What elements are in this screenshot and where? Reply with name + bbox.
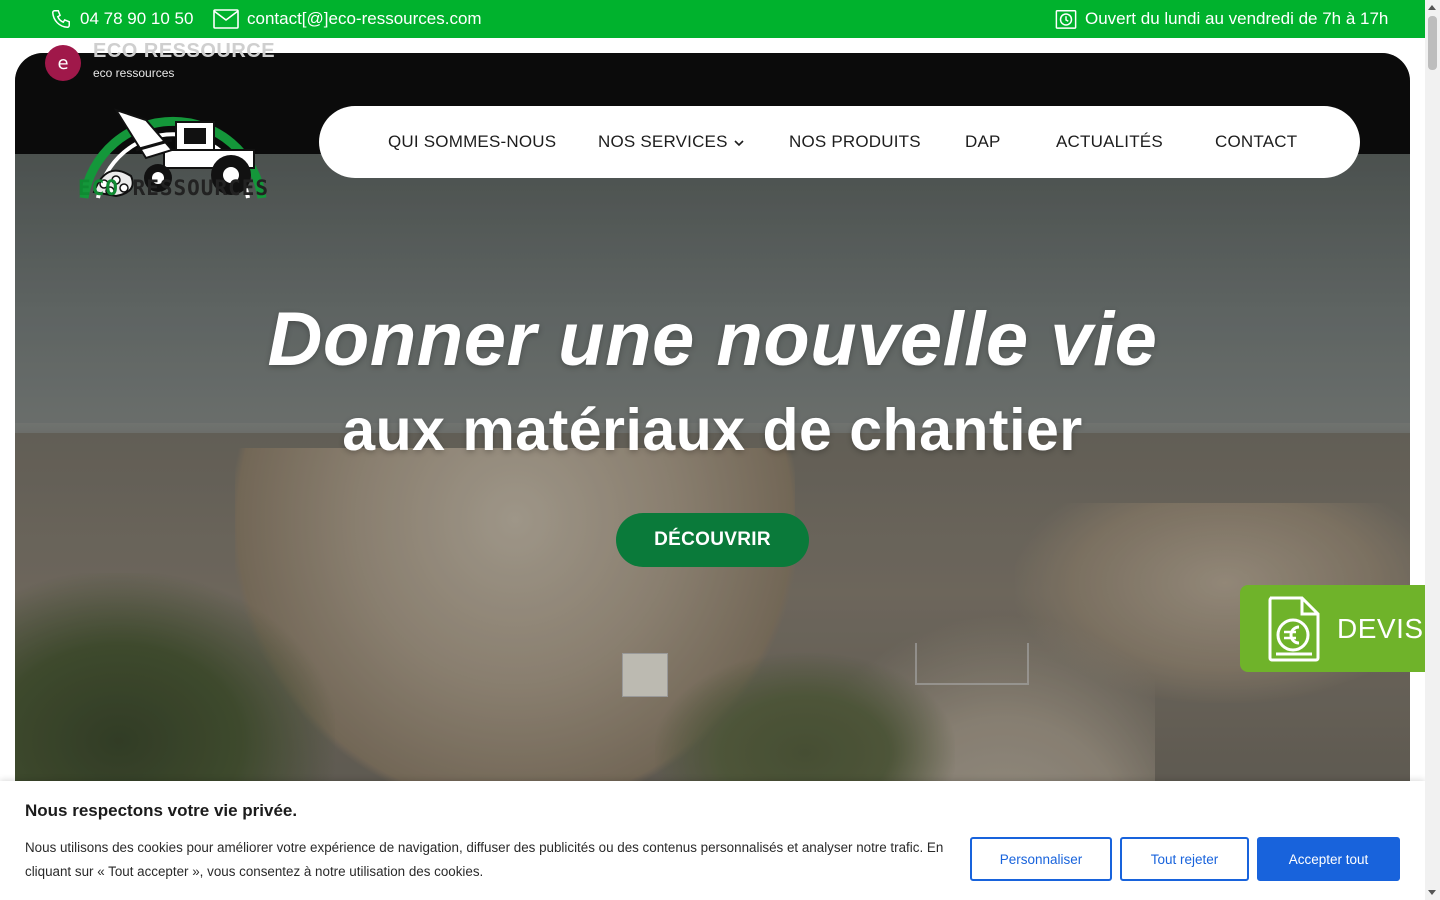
reject-all-button[interactable]: Tout rejeter [1120,837,1249,881]
quote-label: DEVIS [1337,612,1424,644]
hero-subtitle: aux matériaux de chantier [342,397,1083,463]
email-address: contact[@]eco-ressources.com [247,9,482,28]
scroll-up-icon[interactable] [1428,5,1436,10]
cookie-description: Nous utilisons des cookies pour améliore… [25,840,944,879]
logo-word-ressources: RESSOURCES [132,176,270,200]
site-badge[interactable]: e [45,45,81,81]
main-navigation: QUI SOMMES-NOUS NOS SERVICES NOS PRODUIT… [319,106,1360,178]
nav-item-qui-sommes-nous[interactable]: QUI SOMMES-NOUS [388,106,556,178]
accept-all-button[interactable]: Accepter tout [1257,837,1400,881]
phone-number: 04 78 90 10 50 [80,9,194,28]
phone-contact[interactable]: 04 78 90 10 50 [50,0,193,38]
page-scrollbar[interactable] [1425,0,1440,900]
scroll-down-icon[interactable] [1428,890,1436,895]
nav-label: CONTACT [1215,132,1298,151]
hours-text: Ouvert du lundi au vendredi de 7h à 17h [1085,9,1389,28]
nav-item-dap[interactable]: DAP [965,106,1001,178]
logo-word-eco: ECO [78,176,119,200]
nav-item-actualites[interactable]: ACTUALITÉS [1056,106,1163,178]
customize-button[interactable]: Personnaliser [970,837,1112,881]
badge-letter: e [57,52,69,74]
chevron-down-icon [734,132,744,152]
opening-hours: Ouvert du lundi au vendredi de 7h à 17h [1055,0,1388,38]
site-name: ECO RESSOURCE [93,40,276,62]
nav-label: NOS SERVICES [598,132,728,151]
email-contact[interactable]: contact[@]eco-ressources.com [213,0,482,38]
nav-label: QUI SOMMES-NOUS [388,132,557,151]
quote-button[interactable]: DEVIS [1240,585,1425,672]
discover-button[interactable]: DÉCOUVRIR [616,513,809,567]
nav-item-contact[interactable]: CONTACT [1215,106,1297,178]
top-info-bar: 04 78 90 10 50 contact[@]eco-ressources.… [0,0,1425,38]
clock-icon [1055,8,1077,30]
hero-overlay [15,154,1410,813]
phone-icon [50,8,72,30]
nav-label: DAP [965,132,1001,151]
scrollbar-thumb[interactable] [1428,16,1437,70]
cookie-consent-banner: Nous respectons votre vie privée. Nous u… [0,781,1425,900]
nav-item-nos-services[interactable]: NOS SERVICES [598,106,744,178]
nav-label: NOS PRODUITS [789,132,921,151]
site-tagline: eco ressources [93,66,175,80]
envelope-icon [213,9,239,29]
logo-wordmark[interactable]: ECO RESSOURCES [78,176,269,200]
cookie-title: Nous respectons votre vie privée. [25,801,298,820]
nav-label: ACTUALITÉS [1056,132,1163,151]
hero-title: Donner une nouvelle vie [267,297,1158,382]
euro-document-icon [1268,596,1320,661]
nav-item-nos-produits[interactable]: NOS PRODUITS [789,106,921,178]
